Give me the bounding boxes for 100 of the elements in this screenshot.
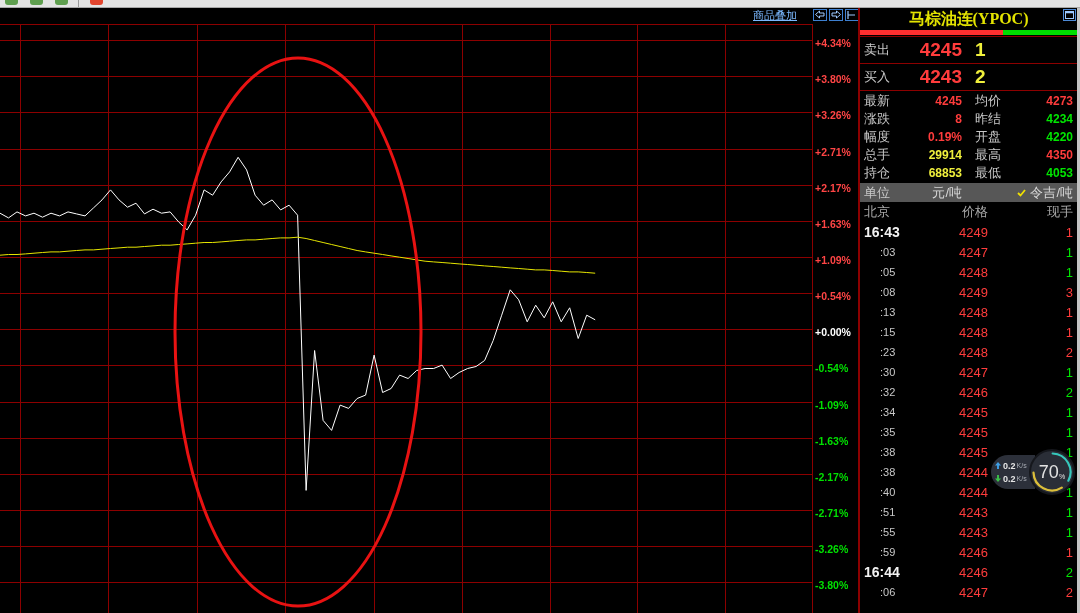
- unit-value: 元/吨: [932, 183, 962, 202]
- stat-value: 68853: [928, 166, 962, 180]
- minus-box-icon[interactable]: [845, 9, 858, 21]
- column-header: 现手: [1047, 203, 1073, 221]
- quote-volume: 2: [975, 66, 986, 88]
- trade-volume: 1: [1065, 264, 1073, 280]
- trade-volume: 2: [1065, 584, 1073, 600]
- trade-time: 16:43: [864, 224, 900, 240]
- left-arrow-icon[interactable]: [813, 9, 827, 21]
- trade-volume: 1: [1065, 364, 1073, 380]
- stat-label: 均价: [975, 92, 1001, 110]
- trade-volume: 1: [1065, 304, 1073, 320]
- trade-price: 4249: [959, 224, 988, 240]
- unit-label: 单位: [864, 183, 890, 202]
- axis-label: -2.17%: [815, 471, 849, 483]
- quote-label: 买入: [864, 68, 890, 86]
- up-arrow-icon: [995, 462, 1001, 469]
- axis-label: +2.71%: [815, 146, 851, 158]
- trade-volume: 1: [1065, 424, 1073, 440]
- axis-label: -0.54%: [815, 362, 849, 374]
- trade-volume: 1: [1065, 524, 1073, 540]
- trade-time: :55: [880, 526, 896, 538]
- stat-label: 最低: [975, 164, 1001, 182]
- quote-label: 卖出: [864, 41, 890, 59]
- download-speed: 0.2: [1003, 473, 1016, 484]
- trade-time: :30: [880, 366, 896, 378]
- axis-label: +4.34%: [815, 37, 851, 49]
- trade-price: 4248: [959, 304, 988, 320]
- axis-label: +1.09%: [815, 254, 851, 266]
- trade-volume: 2: [1065, 384, 1073, 400]
- stat-label: 最高: [975, 146, 1001, 164]
- trade-price: 4244: [959, 464, 988, 480]
- stat-label: 最新: [864, 92, 890, 110]
- trade-time: :38: [880, 446, 896, 458]
- stat-value: 4245: [935, 94, 962, 108]
- stat-value: 4053: [1046, 166, 1073, 180]
- stat-label: 幅度: [864, 128, 890, 146]
- axis-label: -3.80%: [815, 579, 849, 591]
- trade-time: :15: [880, 326, 896, 338]
- trade-volume: 2: [1065, 344, 1073, 360]
- stat-value: 8: [955, 112, 962, 126]
- trade-price: 4246: [959, 564, 988, 580]
- trade-price: 4244: [959, 484, 988, 500]
- axis-label: -1.09%: [815, 399, 849, 411]
- trade-volume: 1: [1065, 224, 1073, 240]
- trade-volume: 1: [1065, 404, 1073, 420]
- trade-price: 4247: [959, 584, 988, 600]
- quote-price: 4245: [919, 39, 962, 61]
- trade-time: :32: [880, 386, 896, 398]
- stat-value: 0.19%: [927, 130, 962, 144]
- quote-volume: 1: [975, 39, 986, 61]
- trade-price: 4247: [959, 244, 988, 260]
- trade-time: :13: [880, 306, 896, 318]
- stat-value: 4350: [1046, 148, 1073, 162]
- stat-label: 涨跌: [864, 110, 890, 128]
- trade-volume: 1: [1065, 324, 1073, 340]
- trade-volume: 1: [1065, 244, 1073, 260]
- trade-volume: 2: [1065, 564, 1073, 580]
- trade-time: :51: [880, 506, 896, 518]
- axis-label: +0.00%: [815, 326, 851, 338]
- column-header: 价格: [962, 203, 988, 221]
- stat-label: 总手: [864, 146, 890, 164]
- trade-price: 4248: [959, 264, 988, 280]
- right-arrow-icon[interactable]: [829, 9, 843, 21]
- trade-price: 4245: [959, 404, 988, 420]
- trade-time: :59: [880, 546, 896, 558]
- unit-option[interactable]: 令吉/吨: [1017, 183, 1073, 202]
- axis-label: +1.63%: [815, 218, 851, 230]
- trade-price: 4245: [959, 424, 988, 440]
- trade-price: 4246: [959, 544, 988, 560]
- maximize-icon[interactable]: [1063, 9, 1076, 21]
- trade-price: 4245: [959, 444, 988, 460]
- toolbar-icon[interactable]: [90, 0, 103, 5]
- stat-value: 4273: [1046, 94, 1073, 108]
- upload-speed: 0.2: [1003, 460, 1016, 471]
- trade-volume: 3: [1065, 284, 1073, 300]
- axis-label: +3.26%: [815, 109, 851, 121]
- trade-price: 4247: [959, 364, 988, 380]
- trade-time: :08: [880, 286, 896, 298]
- stat-value: 4220: [1046, 130, 1073, 144]
- stat-label: 昨结: [975, 110, 1001, 128]
- trade-volume: 1: [1065, 544, 1073, 560]
- trade-time: :03: [880, 246, 896, 258]
- trade-time: :38: [880, 466, 896, 478]
- axis-label: +2.17%: [815, 182, 851, 194]
- stat-label: 开盘: [975, 128, 1001, 146]
- trade-price: 4243: [959, 524, 988, 540]
- trade-time: :34: [880, 406, 896, 418]
- stat-value: 4234: [1046, 112, 1073, 126]
- axis-label: -1.63%: [815, 435, 849, 447]
- axis-label: +3.80%: [815, 73, 851, 85]
- trade-time: :23: [880, 346, 896, 358]
- quote-price: 4243: [919, 66, 962, 88]
- axis-label: -3.26%: [815, 543, 849, 555]
- stat-label: 持仓: [864, 164, 890, 182]
- overlay-link[interactable]: 商品叠加: [753, 9, 797, 22]
- trade-price: 4243: [959, 504, 988, 520]
- trade-time: :35: [880, 426, 896, 438]
- trade-time: 16:44: [864, 564, 900, 580]
- trade-price: 4248: [959, 324, 988, 340]
